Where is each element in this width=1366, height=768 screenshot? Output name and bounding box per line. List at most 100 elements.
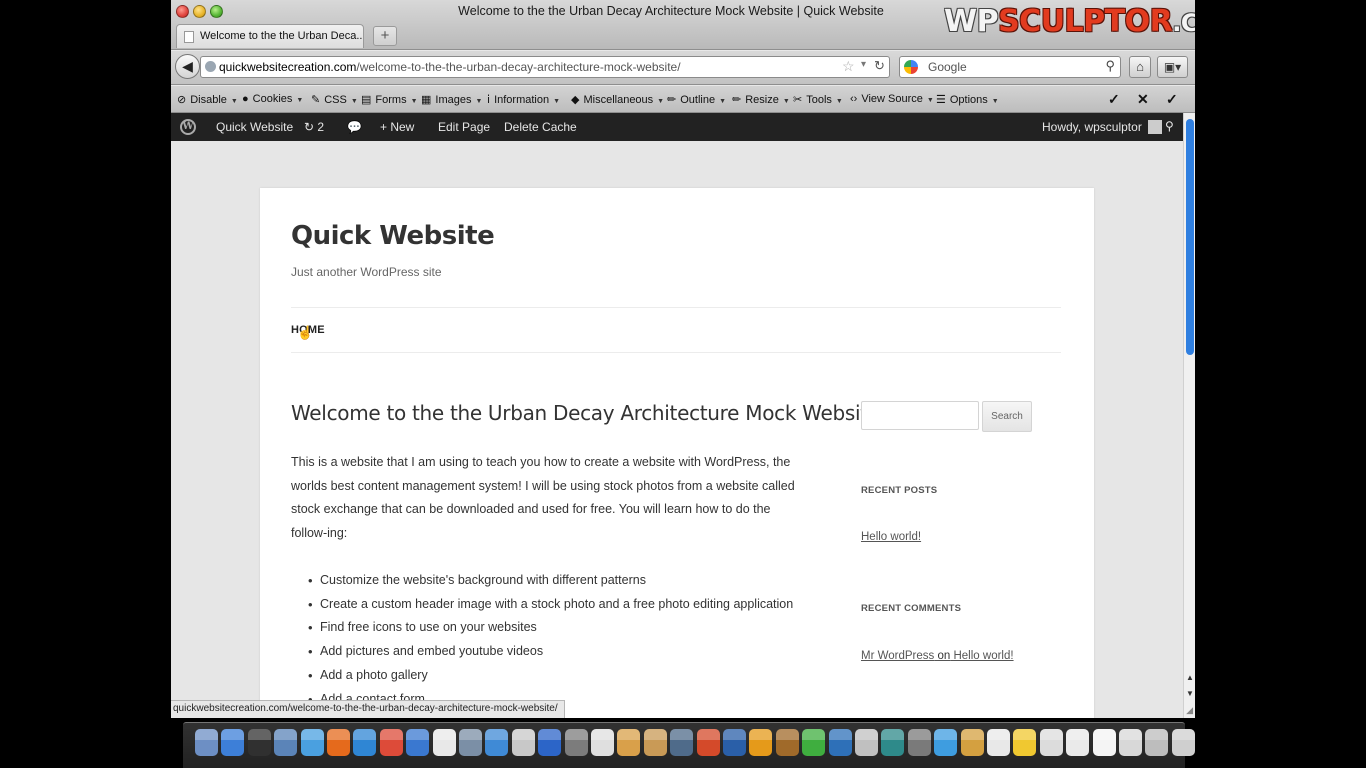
comment-post-link[interactable]: Hello world!: [953, 650, 1013, 662]
dock-app-icon[interactable]: [802, 729, 826, 756]
wordpress-logo-icon[interactable]: W: [180, 119, 196, 135]
validate-check-icon[interactable]: ✓: [1108, 91, 1120, 108]
dev-menu-information[interactable]: ⅰ Information ▼: [487, 93, 560, 106]
dev-menu-resize[interactable]: ✏ Resize ▼: [732, 93, 790, 106]
dock-app-icon[interactable]: [459, 729, 482, 756]
dock-app-icon[interactable]: [1171, 729, 1195, 756]
site-description: Just another WordPress site: [291, 265, 442, 279]
dock-app-icon[interactable]: [1039, 729, 1063, 756]
admin-comments[interactable]: 💬: [347, 120, 362, 134]
tools-icon: ✂: [793, 94, 803, 106]
dock-app-icon[interactable]: [485, 729, 509, 756]
back-button[interactable]: ◀: [175, 54, 200, 79]
search-bar[interactable]: Google ⚲: [899, 56, 1121, 78]
dock-app-icon[interactable]: [274, 729, 298, 756]
recent-post-link[interactable]: Hello world!: [861, 531, 921, 543]
dev-menu-view-source[interactable]: ‹› View Source ▼: [850, 93, 934, 105]
dev-menu-cookies[interactable]: ● Cookies ▼: [242, 93, 303, 105]
desktop: Welcome to the the Urban Decay Architect…: [0, 0, 1366, 768]
dev-menu-images[interactable]: ▦ Images ▼: [421, 93, 482, 106]
dock-app-icon[interactable]: [406, 729, 430, 756]
admin-search-icon[interactable]: ⚲: [1165, 119, 1174, 133]
home-button[interactable]: ⌂: [1129, 56, 1151, 78]
home-icon: ⌂: [1136, 59, 1144, 74]
dock-app-icon[interactable]: [379, 729, 403, 756]
dock-app-icon[interactable]: [1119, 729, 1142, 756]
bookmark-star-icon[interactable]: ☆: [842, 58, 855, 75]
dock-app-icon[interactable]: [643, 729, 667, 756]
dock-app-icon[interactable]: [617, 729, 641, 756]
dock-app-icon[interactable]: [828, 729, 852, 756]
dock-app-icon[interactable]: [432, 729, 456, 756]
comment-author-link[interactable]: Mr WordPress: [861, 650, 934, 662]
dock-app-icon[interactable]: [538, 729, 562, 756]
globe-icon: [205, 61, 216, 72]
wpsculptor-logo: WPSCULPTOR.COM: [944, 4, 1195, 39]
title-bar: Welcome to the the Urban Decay Architect…: [171, 0, 1195, 50]
dock-app-icon[interactable]: [960, 729, 984, 756]
dock-app-icon[interactable]: [723, 729, 746, 756]
scroll-up-arrow-icon[interactable]: ▲: [1186, 673, 1194, 682]
dock-app-icon[interactable]: [1145, 729, 1169, 756]
dev-menu-forms[interactable]: ▤ Forms ▼: [361, 93, 418, 106]
site-title[interactable]: Quick Website: [291, 221, 495, 251]
dock-app-icon[interactable]: [987, 729, 1010, 756]
error-x-icon[interactable]: ✕: [1137, 91, 1149, 108]
vertical-scrollbar[interactable]: ▲ ▼: [1183, 113, 1195, 718]
admin-edit-page[interactable]: Edit Page: [438, 120, 490, 134]
dock-app-icon[interactable]: [907, 729, 931, 756]
dock-app-icon[interactable]: [247, 729, 271, 756]
dev-menu-disable[interactable]: ⊘ Disable ▼: [177, 93, 238, 106]
minimize-window-button[interactable]: [193, 5, 206, 18]
admin-delete-cache[interactable]: Delete Cache: [504, 120, 577, 134]
dock-app-icon[interactable]: [327, 729, 350, 756]
dock-app-icon[interactable]: [564, 729, 588, 756]
dev-menu-outline[interactable]: ✏ Outline ▼: [667, 93, 726, 106]
sidebar-search-input[interactable]: [861, 401, 979, 430]
dock-app-icon[interactable]: [591, 729, 614, 756]
dock-app-icon[interactable]: [1066, 729, 1090, 756]
dock-app-icon[interactable]: [696, 729, 720, 756]
dock-app-icon[interactable]: [1092, 729, 1116, 756]
back-arrow-icon: ◀: [182, 58, 193, 74]
admin-new[interactable]: + New: [380, 120, 414, 134]
dev-menu-css[interactable]: ✎ CSS ▼: [311, 93, 358, 106]
admin-updates[interactable]: ↻ 2: [304, 120, 324, 134]
dock-app-icon[interactable]: [670, 729, 694, 756]
dev-menu-options[interactable]: ☰ Options ▼: [936, 93, 999, 106]
dock-app-icon[interactable]: [749, 729, 773, 756]
resize-grip-icon[interactable]: ◢: [1186, 705, 1193, 716]
dock-app-icon[interactable]: [511, 729, 535, 756]
admin-site-name[interactable]: Quick Website: [216, 120, 293, 134]
dev-menu-tools[interactable]: ✂ Tools ▼: [793, 93, 843, 106]
dock-app-icon[interactable]: [881, 729, 905, 756]
dock-app-icon[interactable]: [221, 729, 245, 756]
url-bar[interactable]: quickwebsitecreation.com/welcome-to-the-…: [200, 56, 890, 78]
admin-howdy[interactable]: Howdy, wpsculptor: [1042, 120, 1162, 134]
scrollbar-thumb[interactable]: [1186, 119, 1194, 355]
dock-app-icon[interactable]: [1013, 729, 1037, 756]
dock-app-icon[interactable]: [195, 729, 218, 756]
dock-app-icon[interactable]: [300, 729, 324, 756]
dock-app-icon[interactable]: [353, 729, 377, 756]
validate-ok-icon[interactable]: ✓: [1166, 91, 1178, 108]
magnifier-icon[interactable]: ⚲: [1105, 58, 1115, 74]
scroll-down-arrow-icon[interactable]: ▼: [1186, 689, 1194, 698]
list-item: Customize the website's background with …: [291, 569, 796, 593]
dock-app-icon[interactable]: [855, 729, 878, 756]
dock-app-icon[interactable]: [775, 729, 799, 756]
css-icon: ✎: [311, 94, 321, 106]
extension-menu-button[interactable]: ▣▾: [1157, 56, 1188, 78]
dev-menu-miscellaneous[interactable]: ◆ Miscellaneous ▼: [571, 93, 664, 106]
recent-posts-heading: RECENT POSTS: [861, 485, 938, 496]
browser-tab-active[interactable]: Welcome to the the Urban Deca...: [176, 24, 364, 48]
sidebar-search-button[interactable]: Search: [982, 401, 1032, 432]
cookies-icon: ●: [242, 93, 249, 105]
reload-icon[interactable]: ↻: [874, 58, 885, 74]
history-dropdown-icon[interactable]: ▾: [861, 59, 866, 70]
hand-cursor-icon: ☝: [297, 325, 314, 340]
close-window-button[interactable]: [176, 5, 189, 18]
new-tab-button[interactable]: +: [373, 26, 397, 46]
dock-app-icon[interactable]: [934, 729, 958, 756]
zoom-window-button[interactable]: [210, 5, 223, 18]
